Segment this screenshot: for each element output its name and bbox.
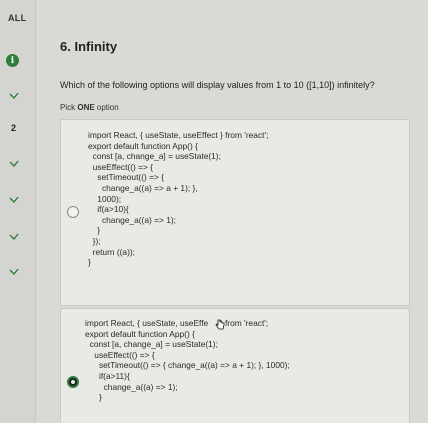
check-icon[interactable] [9, 268, 19, 276]
current-question-number[interactable]: 2 [11, 123, 16, 133]
code-line: change_a((a) => 1); [88, 214, 176, 225]
code-line: } [88, 257, 91, 268]
hand-cursor-icon [215, 317, 225, 330]
code-line: } [85, 392, 102, 403]
all-questions-link[interactable]: ALL [8, 13, 26, 23]
code-line: setTimeout(() => { change_a((a) => a + 1… [85, 360, 290, 371]
code-line: 1000); [88, 193, 122, 204]
pick-instruction: Pick ONE option [60, 103, 119, 112]
check-icon[interactable] [9, 160, 19, 168]
check-icon[interactable] [9, 196, 19, 204]
pick-suffix: option [94, 103, 119, 112]
question-navigator: ALL i 2 [0, 0, 36, 423]
pick-prefix: Pick [60, 103, 78, 112]
code-line: change_a((a) => a + 1); }, [88, 182, 198, 193]
code-line: } [88, 225, 101, 236]
question-panel: 6. Infinity Which of the following optio… [36, 0, 428, 423]
option-radio[interactable] [67, 206, 79, 218]
option-radio-selected[interactable] [67, 376, 79, 388]
option-code: import React, { useState, useEffe } from… [85, 318, 290, 403]
code-line: const [a, change_a] = useState(1); [85, 339, 218, 350]
code-line: }); [88, 235, 101, 246]
code-line: setTimeout(() => { [88, 172, 165, 183]
question-text: Which of the following options will disp… [60, 80, 375, 90]
pick-count: ONE [77, 103, 95, 112]
code-line: if(a>10){ [88, 204, 129, 215]
answer-option-2[interactable]: import React, { useState, useEffe } from… [60, 308, 410, 423]
code-line: if(a>11){ [85, 370, 130, 381]
info-circle-icon[interactable]: i [6, 54, 19, 67]
code-line: export default function App() { [85, 328, 195, 339]
question-title: 6. Infinity [60, 39, 118, 54]
code-line: useEffect(() => { [85, 349, 155, 360]
code-line: import React, { useState, useEffe } from… [85, 318, 269, 328]
code-line: const [a, change_a] = useState(1); [88, 151, 221, 162]
code-line: import React, { useState, useEffect } fr… [88, 130, 269, 140]
check-icon[interactable] [9, 233, 19, 241]
option-code: import React, { useState, useEffect } fr… [88, 130, 268, 268]
code-line: change_a((a) => 1); [85, 381, 178, 392]
code-line: return ((a)); [88, 246, 135, 257]
code-line: useEffect(() => { [88, 161, 154, 172]
code-line: export default function App() { [88, 140, 198, 151]
check-icon[interactable] [9, 92, 19, 100]
answer-option-1[interactable]: import React, { useState, useEffect } fr… [60, 119, 410, 306]
